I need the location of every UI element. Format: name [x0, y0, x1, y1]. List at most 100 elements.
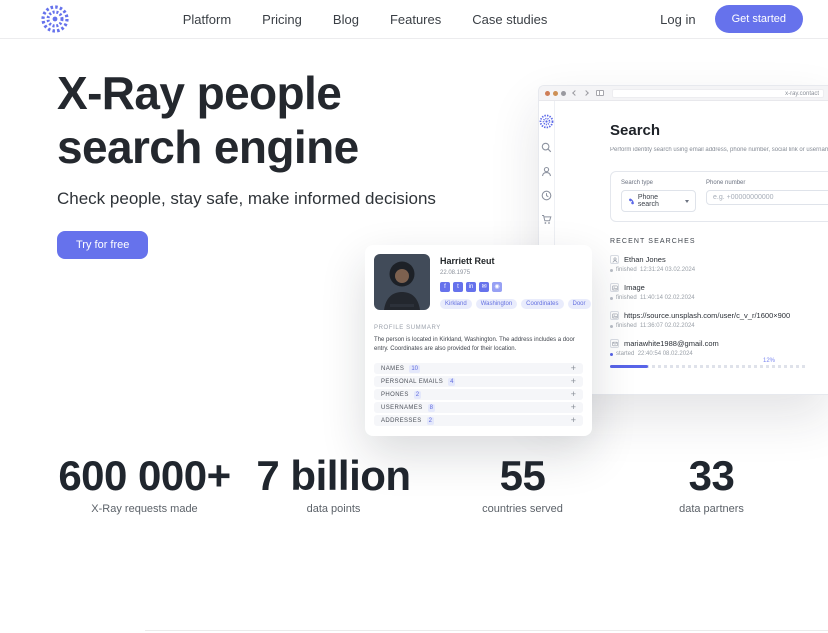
nav-item-platform[interactable]: Platform: [183, 12, 231, 27]
expand-plus-icon[interactable]: +: [571, 377, 576, 386]
stat-label: countries served: [428, 503, 617, 515]
stat-value: 600 000+: [50, 452, 239, 500]
recent-search-item[interactable]: https://source.unsplash.com/user/c_v_r/1…: [610, 311, 828, 329]
nav-item-blog[interactable]: Blog: [333, 12, 359, 27]
stat-countries: 55 countries served: [428, 452, 617, 515]
window-close-dot: [545, 91, 550, 96]
profile-summary-heading: PROFILE SUMMARY: [374, 325, 583, 331]
image-icon: [610, 311, 619, 320]
section-row-personal-emails[interactable]: PERSONAL EMAILS 4 +: [374, 376, 583, 387]
tag-chip: Door: [568, 299, 591, 309]
hero-subtitle: Check people, stay safe, make informed d…: [57, 189, 436, 209]
cart-icon: [541, 214, 552, 225]
recent-item-status: started 22:40:54 08.02.2024: [616, 351, 693, 357]
stat-label: X-Ray requests made: [50, 503, 239, 515]
stat-value: 33: [617, 452, 806, 500]
search-form-card: Search type Phone search Phone number: [610, 171, 828, 222]
nav-item-case-studies[interactable]: Case studies: [472, 12, 547, 27]
phone-number-input[interactable]: [706, 190, 828, 205]
nav-item-pricing[interactable]: Pricing: [262, 12, 302, 27]
user-icon: [541, 166, 552, 177]
status-dot: [610, 325, 613, 328]
profile-photo: [374, 254, 430, 310]
app-logo-icon: [539, 114, 554, 129]
section-label: NAMES: [381, 366, 404, 372]
recent-search-item[interactable]: mariawhite1988@gmail.com started 22:40:5…: [610, 339, 828, 357]
clock-icon: [541, 190, 552, 201]
social-links: f t in ✉ ◉: [440, 282, 591, 292]
progress-percent: 12%: [763, 358, 775, 364]
count-badge: 4: [448, 378, 455, 386]
recent-item-title: Image: [624, 283, 645, 292]
section-divider: [145, 630, 828, 631]
section-row-addresses[interactable]: ADDRESSES 2 +: [374, 415, 583, 426]
landing-page: Platform Pricing Blog Features Case stud…: [0, 0, 828, 633]
count-badge: 8: [428, 404, 435, 412]
recent-item-status: finished 11:36:07 02.02.2024: [616, 323, 695, 329]
image-icon: [610, 283, 619, 292]
expand-plus-icon[interactable]: +: [571, 364, 576, 373]
top-navigation-bar: Platform Pricing Blog Features Case stud…: [0, 0, 828, 39]
twitter-icon[interactable]: t: [453, 282, 463, 292]
section-row-names[interactable]: NAMES 10 +: [374, 363, 583, 374]
search-icon: [541, 142, 552, 153]
profile-tags: Kirkland Washington Coordinates Door: [440, 299, 591, 309]
stat-value: 7 billion: [239, 452, 428, 500]
section-row-phones[interactable]: PHONES 2 +: [374, 389, 583, 400]
instagram-icon[interactable]: ◉: [492, 282, 502, 292]
search-page-title: Search: [610, 122, 828, 139]
recent-item-title: mariawhite1988@gmail.com: [624, 339, 719, 348]
expand-plus-icon[interactable]: +: [571, 403, 576, 412]
tag-chip: Kirkland: [440, 299, 472, 309]
profile-name: Harriett Reut: [440, 256, 591, 266]
brand-logo-icon[interactable]: [40, 4, 70, 34]
stat-label: data points: [239, 503, 428, 515]
recent-item-title: https://source.unsplash.com/user/c_v_r/1…: [624, 311, 790, 320]
recent-search-item[interactable]: Image finished 11:40:14 02.02.2024: [610, 283, 828, 301]
address-bar: x-ray.contact: [612, 89, 824, 98]
main-nav: Platform Pricing Blog Features Case stud…: [183, 12, 548, 27]
expand-plus-icon[interactable]: +: [571, 390, 576, 399]
email-icon: [610, 339, 619, 348]
profile-sections: NAMES 10 + PERSONAL EMAILS 4 + PHONES 2 …: [374, 363, 583, 426]
try-for-free-button[interactable]: Try for free: [57, 231, 148, 259]
tag-chip: Coordinates: [521, 299, 563, 309]
recent-item-title: Ethan Jones: [624, 255, 666, 264]
linkedin-icon[interactable]: in: [466, 282, 476, 292]
search-type-value: Phone search: [638, 194, 680, 208]
stat-partners: 33 data partners: [617, 452, 806, 515]
page-title: X-Ray peoplesearch engine: [57, 66, 436, 174]
status-dot: [610, 297, 613, 300]
stats-section: 600 000+ X-Ray requests made 7 billion d…: [50, 452, 806, 515]
profile-summary-text: The person is located in Kirkland, Washi…: [374, 336, 583, 354]
nav-item-features[interactable]: Features: [390, 12, 441, 27]
recent-item-status: finished 11:40:14 02.02.2024: [616, 295, 695, 301]
section-row-usernames[interactable]: USERNAMES 8 +: [374, 402, 583, 413]
email-icon[interactable]: ✉: [479, 282, 489, 292]
recent-search-item[interactable]: Ethan Jones finished 12:31:24 03.02.2024: [610, 255, 828, 273]
sidebar-toggle-icon: [596, 90, 604, 96]
status-dot: [610, 353, 613, 356]
progress-fill: [610, 365, 648, 368]
profile-dob: 22.08.1975: [440, 270, 591, 276]
expand-plus-icon[interactable]: +: [571, 416, 576, 425]
section-label: USERNAMES: [381, 405, 423, 411]
phone-number-label: Phone number: [706, 180, 828, 186]
profile-result-card: Harriett Reut 22.08.1975 f t in ✉ ◉ Kirk…: [365, 245, 592, 436]
browser-chrome-bar: x-ray.contact: [539, 86, 828, 101]
stat-data-points: 7 billion data points: [239, 452, 428, 515]
section-label: ADDRESSES: [381, 418, 422, 424]
window-maximize-dot: [561, 91, 566, 96]
search-page-description: Perform identity search using email addr…: [610, 147, 828, 153]
hero-section: X-Ray peoplesearch engine Check people, …: [57, 66, 436, 259]
search-type-select[interactable]: Phone search: [621, 190, 696, 212]
search-page: Search Perform identity search using ema…: [555, 101, 828, 395]
facebook-icon[interactable]: f: [440, 282, 450, 292]
section-label: PHONES: [381, 392, 409, 398]
window-minimize-dot: [553, 91, 558, 96]
login-link[interactable]: Log in: [660, 12, 695, 27]
section-label: PERSONAL EMAILS: [381, 379, 443, 385]
get-started-button[interactable]: Get started: [715, 5, 803, 33]
phone-number-field: Phone number: [706, 180, 828, 212]
count-badge: 2: [414, 391, 421, 399]
